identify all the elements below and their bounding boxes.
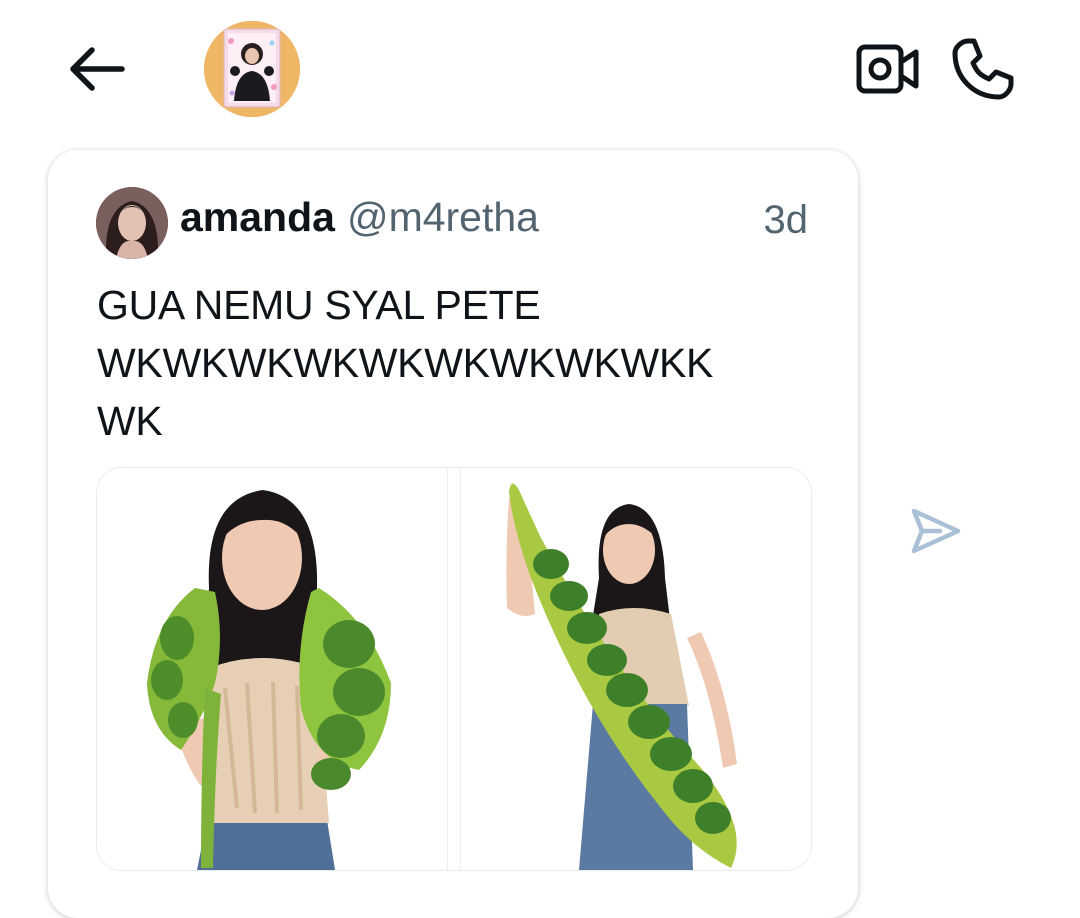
author-avatar[interactable] [96, 187, 168, 259]
back-button[interactable] [68, 44, 126, 94]
send-icon [911, 508, 961, 554]
tweet-author: amanda @m4retha [180, 194, 539, 246]
phone-icon [952, 38, 1014, 100]
arrow-left-icon [70, 47, 125, 91]
tweet-media-grid [96, 467, 812, 871]
photo-woman-wearing-pete-scarf [97, 468, 447, 870]
tweet-timestamp[interactable]: 3d [764, 198, 809, 243]
send-button[interactable] [908, 505, 964, 557]
author-avatar-image [96, 187, 168, 259]
tweet-text-line: WKWKWKWKWKWKWKWKWKK [97, 340, 714, 386]
media-divider [447, 468, 461, 870]
tweet-text-line: GUA NEMU SYAL PETE [97, 282, 541, 328]
contact-avatar[interactable] [204, 21, 300, 117]
video-camera-icon [856, 44, 919, 94]
tweet-photo-1[interactable] [97, 468, 447, 870]
tweet-text: GUA NEMU SYAL PETE WKWKWKWKWKWKWKWKWKK W… [97, 276, 797, 450]
video-call-button[interactable] [856, 42, 920, 96]
top-bar [0, 0, 1080, 140]
voice-call-button[interactable] [950, 36, 1016, 102]
contact-avatar-image [204, 21, 300, 117]
author-handle: @m4retha [346, 194, 539, 240]
author-display-name[interactable]: amanda [180, 194, 335, 240]
shared-tweet-card[interactable]: amanda @m4retha 3d GUA NEMU SYAL PETE WKW… [48, 150, 858, 918]
tweet-photo-2[interactable] [461, 468, 811, 870]
tweet-text-line: WK [97, 398, 163, 444]
photo-woman-holding-pete-scarf [461, 468, 811, 870]
